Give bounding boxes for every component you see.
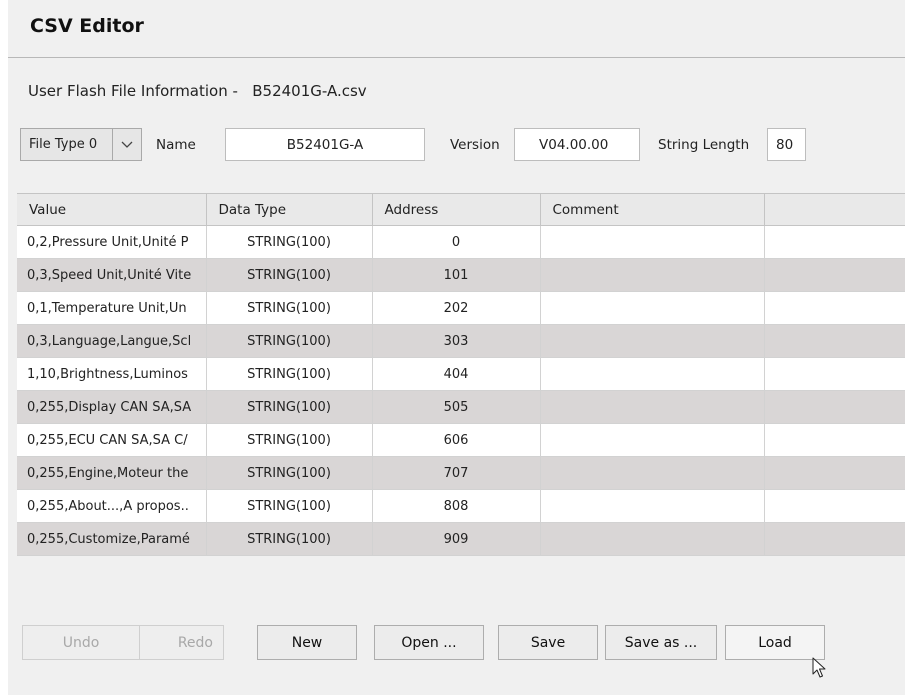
cell-comment[interactable]	[540, 390, 765, 424]
cell-extra	[764, 357, 905, 391]
table-row[interactable]: 0,255,Display CAN SA,SA STRING(100) 505	[17, 390, 905, 424]
cell-value[interactable]: 0,3,Language,Langue,Scl	[17, 324, 207, 358]
column-header-value[interactable]: Value	[17, 193, 207, 226]
version-field[interactable]: V04.00.00	[514, 128, 640, 161]
cell-extra	[764, 390, 905, 424]
table-row[interactable]: 0,1,Temperature Unit,Un STRING(100) 202	[17, 291, 905, 325]
redo-button: Redo	[140, 625, 224, 660]
cell-data-type[interactable]: STRING(100)	[206, 258, 373, 292]
cell-extra	[764, 423, 905, 457]
file-type-dropdown[interactable]: File Type 0	[20, 128, 142, 161]
cell-value[interactable]: 0,255,About...,A propos..	[17, 489, 207, 523]
cell-address[interactable]: 808	[372, 489, 541, 523]
cell-extra	[764, 291, 905, 325]
cell-comment[interactable]	[540, 258, 765, 292]
string-length-label: String Length	[658, 137, 750, 153]
cell-value[interactable]: 0,1,Temperature Unit,Un	[17, 291, 207, 325]
column-header-extra[interactable]	[764, 193, 905, 226]
save-button[interactable]: Save	[498, 625, 598, 660]
mouse-pointer-icon	[812, 657, 826, 678]
column-header-address[interactable]: Address	[372, 193, 541, 226]
chevron-down-icon[interactable]	[112, 129, 141, 160]
cell-comment[interactable]	[540, 456, 765, 490]
cell-extra	[764, 324, 905, 358]
cell-comment[interactable]	[540, 357, 765, 391]
open-button[interactable]: Open ...	[374, 625, 484, 660]
new-button[interactable]: New	[257, 625, 357, 660]
cell-address[interactable]: 707	[372, 456, 541, 490]
cell-value[interactable]: 1,10,Brightness,Luminos	[17, 357, 207, 391]
file-info-filename: B52401G-A.csv	[252, 82, 367, 100]
cell-comment[interactable]	[540, 324, 765, 358]
table-row[interactable]: 0,3,Language,Langue,Scl STRING(100) 303	[17, 324, 905, 358]
window-title: CSV Editor	[30, 15, 144, 37]
cell-data-type[interactable]: STRING(100)	[206, 489, 373, 523]
cell-value[interactable]: 0,3,Speed Unit,Unité Vite	[17, 258, 207, 292]
save-as-button[interactable]: Save as ...	[605, 625, 717, 660]
cell-address[interactable]: 909	[372, 522, 541, 556]
csv-editor-window: CSV Editor User Flash File Information -…	[8, 0, 905, 695]
file-info-heading: User Flash File Information - B52401G-A.…	[28, 82, 367, 100]
cell-data-type[interactable]: STRING(100)	[206, 324, 373, 358]
file-type-value: File Type 0	[29, 137, 98, 152]
cell-extra	[764, 225, 905, 259]
table-row[interactable]: 0,255,Engine,Moteur the STRING(100) 707	[17, 456, 905, 490]
column-header-data-type[interactable]: Data Type	[206, 193, 373, 226]
table-row[interactable]: 0,2,Pressure Unit,Unité P STRING(100) 0	[17, 225, 905, 259]
table-row[interactable]: 0,255,About...,A propos.. STRING(100) 80…	[17, 489, 905, 523]
cell-address[interactable]: 404	[372, 357, 541, 391]
cell-data-type[interactable]: STRING(100)	[206, 423, 373, 457]
cell-address[interactable]: 303	[372, 324, 541, 358]
cell-data-type[interactable]: STRING(100)	[206, 522, 373, 556]
cell-data-type[interactable]: STRING(100)	[206, 225, 373, 259]
table-row[interactable]: 1,10,Brightness,Luminos STRING(100) 404	[17, 357, 905, 391]
cell-address[interactable]: 101	[372, 258, 541, 292]
cell-value[interactable]: 0,255,ECU CAN SA,SA C/	[17, 423, 207, 457]
cell-address[interactable]: 0	[372, 225, 541, 259]
table-row[interactable]: 0,255,ECU CAN SA,SA C/ STRING(100) 606	[17, 423, 905, 457]
file-info-label: User Flash File Information -	[28, 82, 238, 100]
cell-extra	[764, 456, 905, 490]
cell-comment[interactable]	[540, 522, 765, 556]
cell-address[interactable]: 606	[372, 423, 541, 457]
cell-comment[interactable]	[540, 489, 765, 523]
cell-comment[interactable]	[540, 291, 765, 325]
cell-extra	[764, 522, 905, 556]
table-row[interactable]: 0,3,Speed Unit,Unité Vite STRING(100) 10…	[17, 258, 905, 292]
undo-button: Undo	[22, 625, 140, 660]
cell-extra	[764, 489, 905, 523]
cell-comment[interactable]	[540, 225, 765, 259]
cell-data-type[interactable]: STRING(100)	[206, 291, 373, 325]
load-button[interactable]: Load	[725, 625, 825, 660]
cell-value[interactable]: 0,255,Customize,Paramé	[17, 522, 207, 556]
cell-address[interactable]: 202	[372, 291, 541, 325]
cell-comment[interactable]	[540, 423, 765, 457]
version-label: Version	[450, 137, 500, 153]
cell-value[interactable]: 0,255,Engine,Moteur the	[17, 456, 207, 490]
cell-data-type[interactable]: STRING(100)	[206, 357, 373, 391]
cell-data-type[interactable]: STRING(100)	[206, 456, 373, 490]
name-label: Name	[156, 137, 196, 153]
table-row[interactable]: 0,255,Customize,Paramé STRING(100) 909	[17, 522, 905, 556]
title-divider	[8, 57, 905, 58]
csv-data-grid: Value Data Type Address Comment 0,2,Pres…	[17, 193, 905, 556]
grid-header-row: Value Data Type Address Comment	[17, 193, 905, 226]
name-field[interactable]: B52401G-A	[225, 128, 425, 161]
cell-address[interactable]: 505	[372, 390, 541, 424]
cell-value[interactable]: 0,255,Display CAN SA,SA	[17, 390, 207, 424]
cell-data-type[interactable]: STRING(100)	[206, 390, 373, 424]
string-length-field[interactable]: 80	[767, 128, 806, 161]
cell-extra	[764, 258, 905, 292]
column-header-comment[interactable]: Comment	[540, 193, 765, 226]
cell-value[interactable]: 0,2,Pressure Unit,Unité P	[17, 225, 207, 259]
